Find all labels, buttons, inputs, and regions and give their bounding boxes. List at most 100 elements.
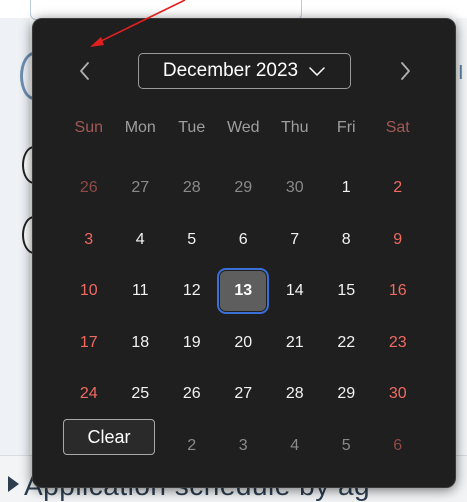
date-picker-popup: December 2023 Sun Mon Tue Wed Thu Fri Sat 26 27 2… xyxy=(32,18,456,488)
day-number: 20 xyxy=(234,333,253,351)
day-number: 24 xyxy=(79,385,98,403)
day-cell[interactable]: 15 xyxy=(321,266,373,318)
weekday-header: Fri xyxy=(336,119,356,136)
next-month-button[interactable] xyxy=(391,53,419,89)
day-cell[interactable]: 9 xyxy=(372,214,424,266)
day-cell[interactable]: 30 xyxy=(269,163,321,215)
day-cell[interactable]: 19 xyxy=(166,317,218,369)
day-cell[interactable]: 20 xyxy=(218,317,270,369)
day-number: 19 xyxy=(182,333,201,351)
day-cell[interactable]: 22 xyxy=(321,317,373,369)
day-cell[interactable]: 28 xyxy=(166,163,218,215)
day-cell[interactable]: 7 xyxy=(269,214,321,266)
day-cell[interactable]: 1 xyxy=(321,163,373,215)
previous-month-button[interactable] xyxy=(71,53,99,89)
day-cell[interactable]: 3 xyxy=(218,420,270,472)
day-cell[interactable]: 3 xyxy=(63,214,115,266)
weekday-header: Mon xyxy=(124,119,156,136)
day-number: 9 xyxy=(393,230,403,248)
day-cell[interactable]: 24 xyxy=(63,369,115,421)
day-cell[interactable]: 21 xyxy=(269,317,321,369)
day-cell[interactable]: 27 xyxy=(115,163,167,215)
day-number: 2 xyxy=(187,436,197,454)
day-number: 6 xyxy=(393,436,403,454)
day-cell[interactable]: 27 xyxy=(218,369,270,421)
weekday-header: Tue xyxy=(178,119,206,136)
day-cell[interactable]: 26 xyxy=(166,369,218,421)
day-number: 25 xyxy=(131,385,150,403)
day-number: 10 xyxy=(79,282,98,300)
day-cell[interactable]: 26 xyxy=(63,163,115,215)
day-number: 1 xyxy=(341,179,351,197)
day-cell[interactable]: 4 xyxy=(269,420,321,472)
day-number: 27 xyxy=(131,179,150,197)
day-cell[interactable]: 11 xyxy=(115,266,167,318)
day-number: 27 xyxy=(234,385,253,403)
selected-day-cell[interactable]: 13 xyxy=(217,266,270,318)
day-number: 16 xyxy=(388,282,407,300)
day-number: 17 xyxy=(79,333,98,351)
day-cell[interactable]: 16 xyxy=(372,266,424,318)
day-number: 8 xyxy=(341,230,351,248)
day-number: 21 xyxy=(285,333,304,351)
background-right-panel xyxy=(456,18,467,498)
background-input-box xyxy=(30,0,302,20)
day-cell[interactable]: 6 xyxy=(372,420,424,472)
expand-triangle-icon[interactable] xyxy=(8,476,19,492)
day-number: 7 xyxy=(290,230,300,248)
day-number: 2 xyxy=(393,179,403,197)
month-year-label: December 2023 xyxy=(162,60,299,81)
day-number: 28 xyxy=(285,385,304,403)
weekday-header: Sat xyxy=(385,119,410,136)
day-number: 30 xyxy=(388,385,407,403)
day-number: 22 xyxy=(337,333,356,351)
day-cell[interactable]: 10 xyxy=(63,266,115,318)
chevron-left-icon xyxy=(80,62,89,80)
day-cell[interactable]: 2 xyxy=(166,420,218,472)
day-number: 4 xyxy=(290,436,300,454)
chevron-down-icon xyxy=(309,67,325,76)
day-number: 28 xyxy=(182,179,201,197)
day-cell[interactable]: 8 xyxy=(321,214,373,266)
weekday-header: Wed xyxy=(226,119,260,136)
day-number: 14 xyxy=(285,282,304,300)
day-number: 3 xyxy=(238,436,248,454)
day-cell[interactable]: 18 xyxy=(115,317,167,369)
day-cell[interactable]: 29 xyxy=(321,369,373,421)
day-cell[interactable]: 17 xyxy=(63,317,115,369)
calendar-grid: Sun Mon Tue Wed Thu Fri Sat 26 27 28 29 30 1 2 3 4 5 6 7 8 9… xyxy=(63,111,429,472)
day-cell[interactable]: 29 xyxy=(218,163,270,215)
day-cell[interactable]: 12 xyxy=(166,266,218,318)
day-number: 13 xyxy=(217,268,270,315)
day-number: 3 xyxy=(84,230,94,248)
month-year-select[interactable]: December 2023 xyxy=(138,53,351,89)
day-cell[interactable]: 4 xyxy=(115,214,167,266)
day-number: 26 xyxy=(79,179,98,197)
day-cell[interactable]: 5 xyxy=(166,214,218,266)
day-number: 6 xyxy=(238,230,248,248)
day-number: 26 xyxy=(182,385,201,403)
weekday-header: Sun xyxy=(74,119,103,136)
day-cell[interactable]: 25 xyxy=(115,369,167,421)
day-cell[interactable]: 23 xyxy=(372,317,424,369)
day-number: 29 xyxy=(234,179,253,197)
day-number: 23 xyxy=(388,333,407,351)
day-cell[interactable]: 5 xyxy=(321,420,373,472)
day-cell[interactable]: 6 xyxy=(218,214,270,266)
clear-button[interactable]: Clear xyxy=(63,419,155,455)
weekday-header: Thu xyxy=(280,119,309,136)
day-cell[interactable]: 14 xyxy=(269,266,321,318)
chevron-right-icon xyxy=(401,62,410,80)
background-right-fragment: I xyxy=(458,62,464,84)
day-number: 29 xyxy=(337,385,356,403)
day-number: 5 xyxy=(187,230,197,248)
day-number: 18 xyxy=(131,333,150,351)
day-number: 30 xyxy=(285,179,304,197)
day-cell[interactable]: 2 xyxy=(372,163,424,215)
day-cell[interactable]: 28 xyxy=(269,369,321,421)
day-number: 4 xyxy=(135,230,145,248)
day-cell[interactable]: 30 xyxy=(372,369,424,421)
day-number: 15 xyxy=(337,282,356,300)
day-number: 5 xyxy=(341,436,351,454)
day-number: 11 xyxy=(131,282,149,300)
